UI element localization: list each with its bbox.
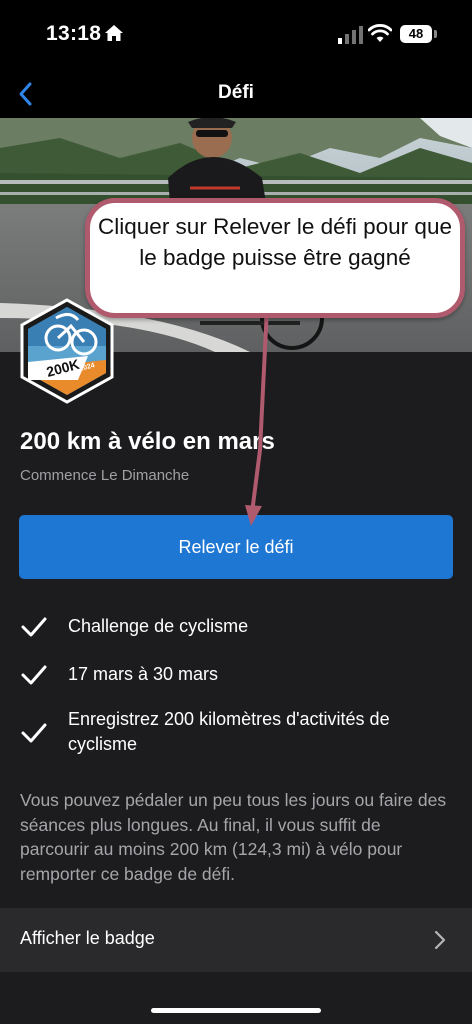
home-icon (105, 25, 123, 41)
detail-text: 17 mars à 30 mars (68, 664, 219, 684)
view-badge-label: Afficher le badge (20, 928, 155, 948)
cellular-signal-icon (338, 26, 363, 44)
checkmark-icon (21, 617, 47, 637)
checkmark-icon (21, 665, 47, 685)
challenge-start-date: Commence Le Dimanche (20, 467, 190, 484)
detail-text: Enregistrez 200 kilomètres d'activités d… (68, 709, 390, 754)
challenge-description: Vous pouvez pédaler un peu tous les jour… (20, 790, 447, 884)
battery-indicator: 48 (400, 25, 432, 43)
join-challenge-button[interactable]: Relever le défi (19, 515, 453, 579)
checkmark-icon (21, 723, 47, 743)
annotation-callout: Cliquer sur Relever le défi pour que le … (85, 198, 465, 318)
home-indicator (151, 1008, 321, 1013)
battery-tip (434, 30, 437, 38)
chevron-right-icon (434, 930, 446, 950)
wifi-icon (368, 24, 392, 42)
navigation-bar: Défi (0, 70, 472, 118)
annotation-callout-text: Cliquer sur Relever le défi pour que le … (98, 214, 452, 270)
page-title: Défi (218, 82, 254, 103)
detail-text: Challenge de cyclisme (68, 616, 249, 636)
status-bar: 13:18 48 (0, 0, 472, 70)
view-badge-row[interactable]: Afficher le badge (0, 908, 472, 972)
challenge-title: 200 km à vélo en mars (20, 428, 275, 455)
status-time: 13:18 (46, 22, 102, 45)
